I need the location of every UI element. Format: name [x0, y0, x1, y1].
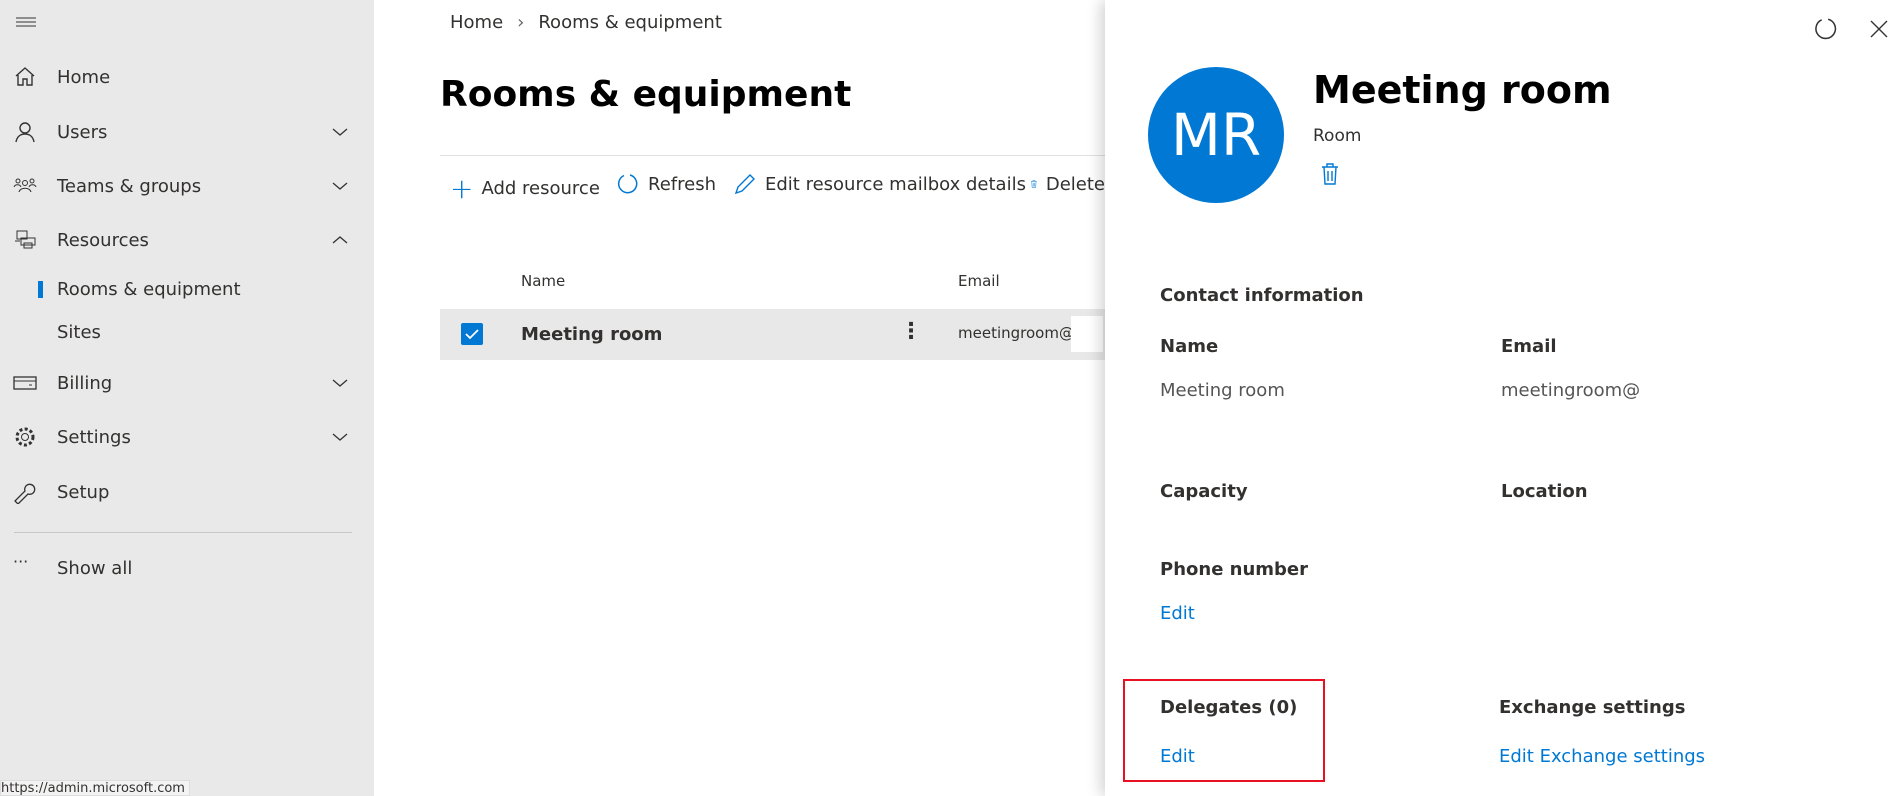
plus-icon: + [450, 172, 474, 205]
sidebar-item-label: Show all [57, 557, 133, 579]
chevron-up-icon [332, 236, 348, 244]
location-label: Location [1501, 481, 1588, 502]
delegates-label: Delegates (0) [1160, 697, 1298, 718]
contact-info-heading: Contact information [1160, 285, 1364, 306]
sidebar-item-label: Billing [57, 372, 113, 394]
page-title: Rooms & equipment [440, 74, 852, 115]
divider [14, 532, 352, 533]
table-row[interactable]: Meeting room ⋮ meetingroom@ [440, 309, 1105, 360]
row-email: meetingroom@ [958, 324, 1074, 342]
sidebar-item-label: Home [57, 66, 111, 88]
chevron-down-icon [332, 182, 348, 190]
wrench-icon [14, 483, 36, 504]
email-value: meetingroom@ [1501, 380, 1641, 401]
avatar: MR [1148, 67, 1284, 203]
breadcrumb: Home › Rooms & equipment [450, 12, 722, 33]
edit-mailbox-label: Edit resource mailbox details [765, 173, 1026, 195]
refresh-icon [617, 174, 638, 194]
main-content: Home › Rooms & equipment Rooms & equipme… [374, 0, 1105, 796]
sidebar-subitem-rooms-equipment[interactable]: Rooms & equipment [57, 279, 241, 300]
sidebar-item-settings[interactable]: Settings [0, 415, 374, 459]
delete-label: Delete [1045, 173, 1105, 195]
breadcrumb-home[interactable]: Home [450, 12, 503, 33]
sidebar-item-label: Resources [57, 229, 149, 251]
phone-edit-link[interactable]: Edit [1160, 603, 1195, 624]
capacity-label: Capacity [1160, 481, 1248, 502]
chevron-down-icon [332, 128, 348, 136]
checkmark-icon [465, 329, 479, 340]
billing-icon [13, 376, 37, 390]
close-icon[interactable] [1869, 19, 1889, 39]
home-icon [15, 67, 35, 86]
resource-type: Room [1313, 126, 1362, 146]
teams-icon [13, 178, 37, 193]
add-resource-label: Add resource [481, 178, 600, 199]
panel-title: Meeting room [1313, 68, 1612, 112]
sidebar-subitem-sites[interactable]: Sites [57, 322, 101, 343]
sidebar-item-label: Setup [57, 481, 110, 503]
sidebar-item-label: Users [57, 121, 108, 143]
user-icon [15, 122, 35, 143]
active-indicator [38, 281, 43, 298]
add-resource-button[interactable]: + Add resource [450, 172, 600, 205]
chevron-right-icon: › [517, 12, 525, 33]
more-icon: ··· [13, 552, 29, 571]
delegates-edit-link[interactable]: Edit [1160, 746, 1195, 767]
sidebar-item-resources[interactable]: Resources [0, 218, 374, 262]
sidebar-item-users[interactable]: Users [0, 110, 374, 154]
sidebar-item-show-all[interactable]: ··· Show all [0, 546, 374, 590]
edit-exchange-settings-link[interactable]: Edit Exchange settings [1499, 746, 1705, 767]
sidebar-item-label: Settings [57, 426, 131, 448]
highlight-box [1123, 679, 1325, 782]
refresh-button[interactable]: Refresh [616, 172, 716, 196]
name-value: Meeting room [1160, 380, 1285, 401]
sidebar: Home Users Teams & groups Resources Room… [0, 0, 374, 796]
column-header-email[interactable]: Email [958, 272, 1000, 290]
redaction-box [1071, 316, 1103, 352]
exchange-settings-label: Exchange settings [1499, 697, 1686, 718]
email-label: Email [1501, 336, 1557, 357]
name-label: Name [1160, 336, 1219, 357]
divider [440, 155, 1105, 156]
refresh-icon[interactable] [1813, 16, 1839, 42]
breadcrumb-current: Rooms & equipment [538, 12, 722, 33]
trash-icon[interactable] [1320, 162, 1340, 186]
chevron-down-icon [332, 433, 348, 441]
sidebar-item-label: Teams & groups [57, 175, 202, 197]
resources-icon [15, 230, 36, 249]
detail-panel: MR Meeting room Room Contact information… [1105, 0, 1892, 796]
sidebar-item-billing[interactable]: Billing [0, 361, 374, 405]
delete-button[interactable]: Delete [1030, 172, 1105, 196]
trash-icon [1031, 180, 1037, 188]
pencil-icon [734, 174, 755, 195]
row-checkbox[interactable] [461, 323, 483, 345]
gear-icon [15, 427, 35, 447]
more-actions-icon[interactable]: ⋮ [900, 319, 922, 344]
refresh-label: Refresh [648, 173, 716, 195]
row-name[interactable]: Meeting room [521, 324, 662, 345]
edit-mailbox-button[interactable]: Edit resource mailbox details [733, 172, 1026, 196]
sidebar-item-home[interactable]: Home [0, 55, 374, 99]
column-header-name[interactable]: Name [521, 272, 565, 290]
phone-label: Phone number [1160, 559, 1309, 580]
hamburger-menu-icon[interactable] [14, 14, 38, 30]
chevron-down-icon [332, 379, 348, 387]
status-url: https://admin.microsoft.com [0, 780, 190, 796]
sidebar-item-setup[interactable]: Setup [0, 470, 374, 514]
sidebar-item-teams-groups[interactable]: Teams & groups [0, 164, 374, 208]
